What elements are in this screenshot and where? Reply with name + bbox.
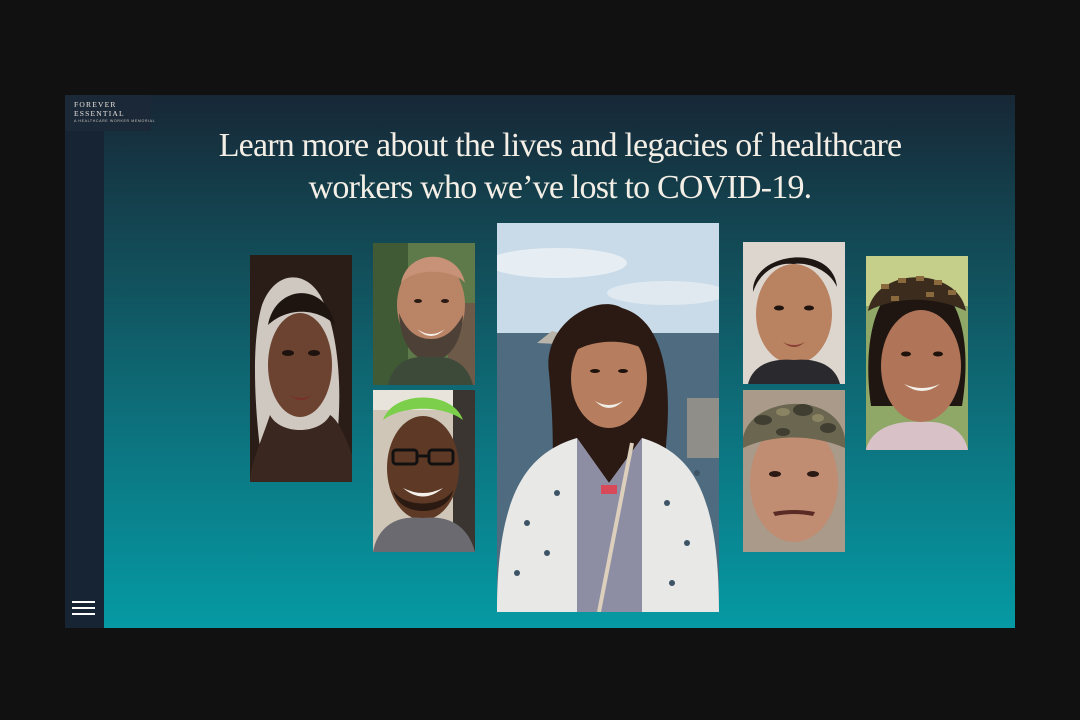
- logo-line-2: ESSENTIAL: [74, 109, 125, 118]
- logo-line-1: FOREVER: [74, 100, 117, 109]
- portrait-woman-curly-hair[interactable]: [250, 255, 352, 482]
- portrait-woman-patterned-hat[interactable]: [866, 256, 968, 450]
- memorial-screen: FOREVER ESSENTIAL A HEALTHCARE WORKER ME…: [65, 95, 1015, 628]
- portrait-woman-by-sea[interactable]: [497, 223, 719, 612]
- portrait-young-man[interactable]: [743, 242, 845, 384]
- hamburger-menu-icon[interactable]: [71, 597, 97, 617]
- logo-tagline: A HEALTHCARE WORKER MEMORIAL: [74, 119, 156, 123]
- forever-essential-logo[interactable]: FOREVER ESSENTIAL A HEALTHCARE WORKER ME…: [65, 95, 156, 131]
- portrait-bald-man-beard[interactable]: [373, 243, 475, 385]
- portrait-man-camo-cap[interactable]: [743, 390, 845, 552]
- portrait-man-glasses[interactable]: [373, 390, 475, 552]
- page-headline: Learn more about the lives and legacies …: [218, 127, 902, 206]
- sidebar: [65, 95, 104, 628]
